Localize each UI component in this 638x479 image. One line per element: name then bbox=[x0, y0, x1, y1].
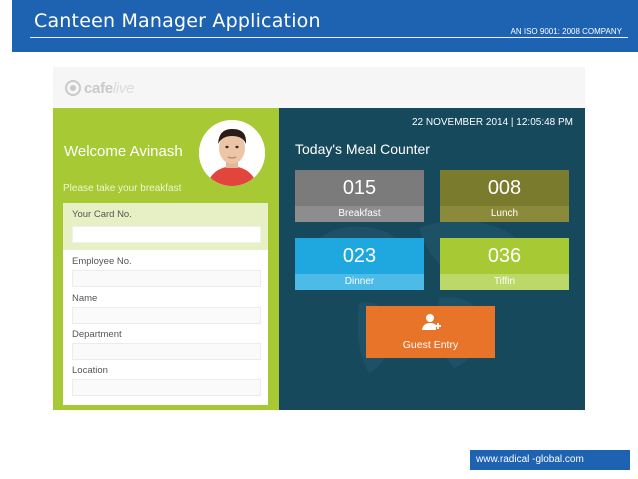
cafelive-logo: cafelive bbox=[65, 78, 134, 98]
dinner-label: Dinner bbox=[295, 274, 424, 290]
header-rule bbox=[30, 37, 628, 38]
tiffin-tile[interactable]: 036 Tiffin bbox=[440, 238, 569, 290]
cafelive-logo-icon bbox=[65, 80, 81, 96]
department-label: Department bbox=[72, 329, 122, 340]
world-map-background bbox=[319, 220, 527, 373]
slide-header: Canteen Manager Application AN ISO 9001:… bbox=[12, 0, 638, 52]
location-field[interactable] bbox=[72, 379, 261, 396]
lunch-tile[interactable]: 008 Lunch bbox=[440, 170, 569, 222]
meal-prompt: Please take your breakfast bbox=[63, 183, 182, 194]
employee-form: Your Card No. Employee No. Name Departme… bbox=[63, 203, 268, 405]
logo-text-cafe: cafe bbox=[84, 79, 113, 97]
welcome-panel: Welcome Avinash Please take your breakfa… bbox=[53, 108, 279, 410]
app-screenshot: cafelive Welcome Avinash Please take you… bbox=[53, 67, 585, 410]
slide-title: Canteen Manager Application bbox=[34, 10, 321, 32]
logo-text-live: live bbox=[112, 79, 135, 97]
guest-entry-label: Guest Entry bbox=[402, 339, 459, 351]
footer-url: www.radical -global.com bbox=[476, 454, 584, 465]
card-number-section: Your Card No. bbox=[63, 203, 268, 250]
user-avatar bbox=[199, 120, 265, 186]
department-field[interactable] bbox=[72, 343, 261, 360]
lunch-label: Lunch bbox=[440, 206, 569, 222]
meal-counter-title: Today's Meal Counter bbox=[295, 141, 430, 157]
welcome-text: Welcome Avinash bbox=[64, 143, 183, 160]
user-photo bbox=[199, 120, 265, 186]
footer-url-bar: www.radical -global.com bbox=[470, 450, 630, 470]
name-field[interactable] bbox=[72, 307, 261, 324]
dinner-count: 023 bbox=[342, 245, 377, 267]
employee-number-field[interactable] bbox=[72, 270, 261, 287]
date-time: 22 NOVEMBER 2014 | 12:05:48 PM bbox=[411, 117, 573, 128]
card-number-label: Your Card No. bbox=[72, 209, 132, 220]
add-user-icon bbox=[422, 314, 441, 330]
breakfast-count: 015 bbox=[342, 177, 377, 199]
tiffin-count: 036 bbox=[487, 245, 522, 267]
tiffin-label: Tiffin bbox=[440, 274, 569, 290]
employee-number-label: Employee No. bbox=[72, 256, 132, 267]
breakfast-label: Breakfast bbox=[295, 206, 424, 222]
meal-counter-panel: 22 NOVEMBER 2014 | 12:05:48 PM Today's M… bbox=[279, 108, 585, 410]
breakfast-tile[interactable]: 015 Breakfast bbox=[295, 170, 424, 222]
guest-entry-button[interactable]: Guest Entry bbox=[366, 306, 495, 358]
iso-note: AN ISO 9001: 2008 COMPANY bbox=[510, 27, 622, 36]
card-number-field[interactable] bbox=[72, 226, 261, 243]
name-label: Name bbox=[72, 293, 98, 304]
lunch-count: 008 bbox=[487, 177, 522, 199]
dinner-tile[interactable]: 023 Dinner bbox=[295, 238, 424, 290]
brand-bar: cafelive bbox=[53, 67, 585, 108]
location-label: Location bbox=[72, 365, 108, 376]
